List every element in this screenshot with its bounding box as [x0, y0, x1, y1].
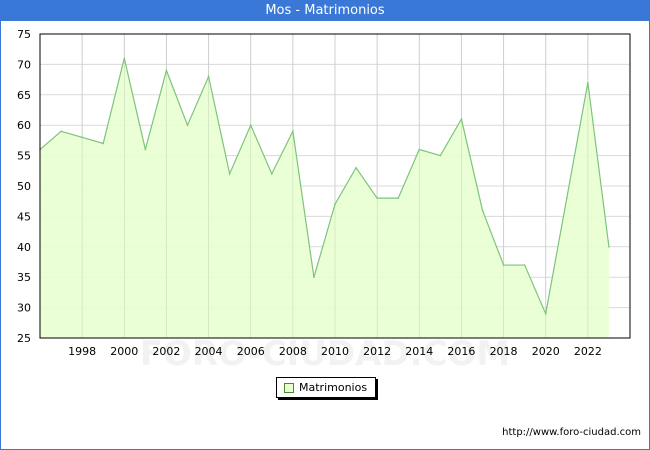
- data-point-1998: [81, 136, 83, 139]
- data-point-2019: [523, 264, 526, 266]
- x-tick-label: 2006: [237, 345, 265, 358]
- x-tick-label: 1998: [68, 345, 96, 358]
- x-tick-label: 2014: [405, 345, 433, 358]
- y-tick-label: 35: [17, 271, 31, 284]
- data-point-1999: [102, 142, 105, 145]
- data-point-2023: [608, 246, 610, 248]
- x-tick-label: 2010: [321, 345, 349, 358]
- x-tick-label: 2002: [152, 345, 180, 358]
- data-point-2009: [313, 276, 315, 279]
- data-point-2007: [270, 173, 273, 175]
- x-tick-label: 2022: [574, 345, 602, 358]
- data-point-2003: [186, 124, 189, 126]
- data-point-2010: [334, 203, 336, 206]
- data-point-2014: [418, 148, 421, 151]
- data-point-2021: [565, 197, 568, 199]
- y-tick-label: 60: [17, 119, 31, 132]
- y-tick-label: 75: [17, 28, 31, 41]
- x-tick-label: 2008: [279, 345, 307, 358]
- y-tick-label: 55: [17, 150, 31, 163]
- data-point-2012: [376, 197, 378, 199]
- legend: Matrimonios: [276, 377, 376, 398]
- x-tick-label: 2000: [110, 345, 138, 358]
- data-point-2008: [292, 130, 294, 133]
- x-tick-label: 2016: [447, 345, 475, 358]
- data-point-2013: [397, 197, 400, 199]
- y-tick-label: 50: [17, 180, 31, 193]
- data-point-2004: [207, 75, 210, 78]
- data-point-2000: [123, 57, 126, 60]
- data-point-2020: [544, 312, 547, 315]
- data-point-1997: [60, 130, 62, 133]
- data-point-2022: [587, 81, 589, 84]
- y-tick-label: 45: [17, 210, 31, 223]
- y-tick-label: 25: [17, 332, 31, 345]
- data-point-2005: [228, 173, 231, 175]
- x-tick-label: 2018: [490, 345, 518, 358]
- legend-swatch-matrimonios: [284, 383, 294, 393]
- data-point-2016: [460, 118, 463, 120]
- data-point-2002: [165, 69, 168, 72]
- y-tick-label: 30: [17, 302, 31, 315]
- data-point-2011: [355, 166, 357, 169]
- x-tick-label: 2020: [532, 345, 560, 358]
- data-point-2018: [502, 264, 505, 266]
- y-tick-label: 70: [17, 58, 31, 71]
- data-point-2001: [144, 148, 147, 151]
- x-tick-label: 2004: [195, 345, 223, 358]
- y-tick-label: 40: [17, 241, 31, 254]
- x-tick-label: 2012: [363, 345, 391, 358]
- y-tick-label: 65: [17, 89, 31, 102]
- source-url: http://www.foro-ciudad.com: [502, 427, 641, 438]
- data-point-2015: [439, 154, 442, 157]
- data-point-2006: [249, 124, 252, 126]
- data-point-2017: [481, 209, 484, 212]
- legend-label-matrimonios: Matrimonios: [299, 381, 368, 394]
